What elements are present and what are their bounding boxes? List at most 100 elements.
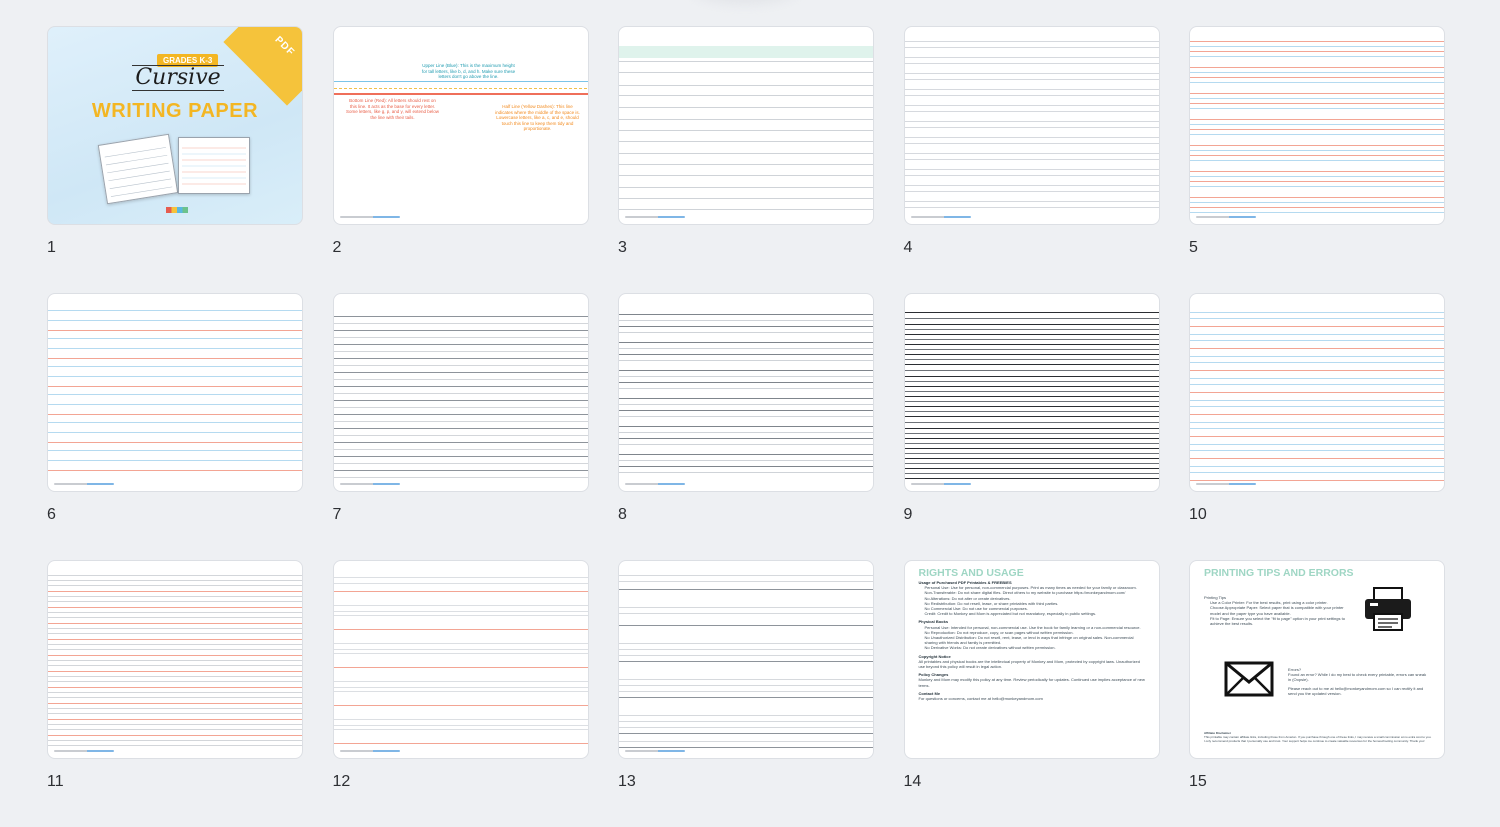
ruled-line [904, 318, 1159, 319]
ruled-line [333, 421, 588, 422]
page-thumbnail[interactable] [332, 560, 589, 759]
page-cell-4[interactable]: 4 [903, 26, 1160, 293]
ruled-line [1190, 422, 1444, 423]
ruled-line [1190, 348, 1444, 349]
page-cell-5[interactable]: 5 [1189, 26, 1445, 293]
page-cell-9[interactable]: 9 [903, 293, 1160, 560]
page-thumbnail[interactable]: Upper Line (Blue): This is the maximum h… [332, 26, 589, 225]
ruled-line [904, 428, 1159, 429]
printer-icon [1365, 587, 1411, 631]
page-number: 7 [332, 506, 342, 523]
ruled-line [619, 141, 873, 142]
ruled-line [904, 354, 1159, 355]
ruled-line [48, 644, 302, 645]
page-cell-12[interactable]: 12 [332, 560, 589, 827]
ruled-line [904, 453, 1159, 454]
heading-text: Physical Books [918, 619, 949, 625]
ruled-line [619, 382, 873, 383]
page-footer [625, 483, 685, 485]
affiliate-disclaimer: Affiliate Disclaimer This printable may … [1204, 731, 1432, 743]
red-guide-line [333, 93, 588, 95]
ruled-line [48, 692, 302, 693]
ruled-line [619, 625, 873, 626]
ruled-line [619, 432, 873, 433]
page-cell-15[interactable]: PRINTING TIPS AND ERRORS Printing Tips U… [1189, 560, 1445, 827]
ruled-line [333, 379, 588, 380]
ruled-line [1190, 400, 1444, 401]
ruled-line [48, 713, 302, 714]
page-cell-2[interactable]: Upper Line (Blue): This is the maximum h… [332, 26, 589, 293]
ruled-line [333, 477, 588, 478]
ruled-line [904, 364, 1159, 365]
ruled-line [48, 358, 302, 359]
page-thumbnail[interactable]: PDF GRADES K-3 Cursive WRITING PAPER [47, 26, 303, 225]
page-thumbnail[interactable] [903, 26, 1160, 225]
list-item: No Derivative Works: Do not create deriv… [924, 645, 1056, 651]
ruled-line [904, 191, 1159, 192]
ruled-line [904, 339, 1159, 340]
ruled-line [1190, 93, 1444, 94]
ruled-line [904, 401, 1159, 402]
ruled-line [619, 438, 873, 439]
ruled-line [48, 708, 302, 709]
page-cell-8[interactable]: 8 [618, 293, 874, 560]
page-thumbnail[interactable] [332, 293, 589, 492]
page-cell-13[interactable]: 13 [618, 560, 874, 827]
ruled-line [1190, 103, 1444, 104]
page-cell-11[interactable]: 11 [47, 560, 303, 827]
ruled-line [1190, 51, 1444, 52]
ruled-line [333, 583, 588, 584]
ruled-line [1190, 450, 1444, 451]
ruled-line [619, 426, 873, 427]
page-cell-6[interactable]: 6 [47, 293, 303, 560]
ruled-line [904, 153, 1159, 154]
ruled-line [1190, 77, 1444, 78]
page-thumbnail[interactable] [1189, 293, 1445, 492]
ruled-line [48, 470, 302, 471]
page-thumbnail[interactable] [47, 293, 303, 492]
ruled-line [904, 438, 1159, 439]
ruled-line [48, 671, 302, 672]
ruled-line [904, 143, 1159, 144]
ruled-line [619, 589, 873, 590]
ruled-line [48, 442, 302, 443]
ruled-line [1190, 312, 1444, 313]
ruled-line [904, 473, 1159, 474]
page-thumbnail[interactable] [618, 293, 874, 492]
page-thumbnail[interactable]: RIGHTS AND USAGE Usage of Purchased PDF … [903, 560, 1160, 759]
ruled-line [48, 655, 302, 656]
ruled-line [333, 629, 588, 630]
ruled-line [619, 164, 873, 165]
paragraph: All printables and physical books are th… [918, 658, 1140, 670]
page-thumbnail[interactable]: PRINTING TIPS AND ERRORS Printing Tips U… [1189, 560, 1445, 759]
ruled-line [904, 57, 1159, 58]
ruled-line [48, 591, 302, 592]
ruled-line [48, 633, 302, 634]
paragraph: Please reach out to me at hello@monkeyan… [1288, 685, 1424, 696]
ruled-line [333, 719, 588, 720]
page-thumbnail[interactable] [47, 560, 303, 759]
ruled-line [619, 360, 873, 361]
page-cell-7[interactable]: 7 [332, 293, 589, 560]
page-thumbnail[interactable] [1189, 26, 1445, 225]
page-cell-10[interactable]: 10 [1189, 293, 1445, 560]
ruled-line [48, 660, 302, 661]
ruled-line [48, 681, 302, 682]
page-thumbnail[interactable] [618, 26, 874, 225]
ruled-line [619, 575, 873, 576]
ruled-line [904, 463, 1159, 464]
ruled-line [619, 130, 873, 131]
ruled-line [333, 605, 588, 606]
ruled-line [333, 407, 588, 408]
page-cell-14[interactable]: RIGHTS AND USAGE Usage of Purchased PDF … [903, 560, 1160, 827]
ruled-line [619, 715, 873, 716]
list-item: No Unauthorized Distribution: Do not res… [924, 635, 1134, 646]
page-cell-3[interactable]: 3 [618, 26, 874, 293]
ruled-line [619, 342, 873, 343]
yellow-guide-line [333, 88, 588, 89]
page-number: 4 [903, 239, 913, 256]
page-cell-1[interactable]: PDF GRADES K-3 Cursive WRITING PAPER 1 [47, 26, 303, 293]
page-thumbnail[interactable] [903, 293, 1160, 492]
page-footer [910, 483, 971, 485]
page-thumbnail[interactable] [618, 560, 874, 759]
